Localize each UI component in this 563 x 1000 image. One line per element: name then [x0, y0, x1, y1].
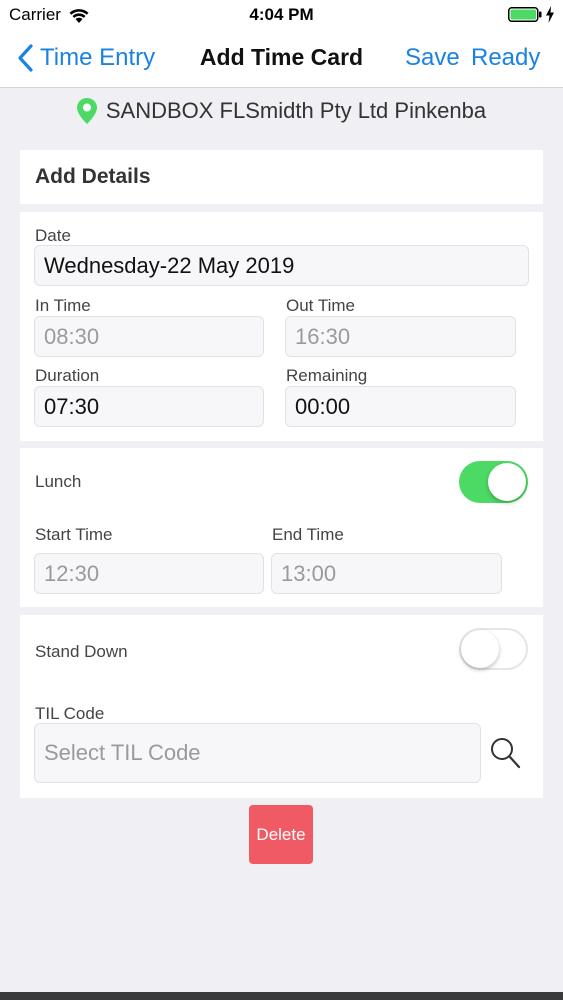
stand-down-card: Stand Down TIL Code Select TIL Code — [20, 615, 543, 798]
stand-down-label: Stand Down — [35, 642, 128, 661]
lunch-end-field[interactable]: 13:00 — [271, 553, 502, 594]
in-time-field[interactable]: 08:30 — [34, 316, 264, 357]
remaining-field[interactable]: 00:00 — [285, 386, 516, 427]
back-button[interactable]: Time Entry — [16, 42, 155, 74]
in-time-label: In Time — [35, 296, 91, 315]
start-time-label: Start Time — [35, 525, 113, 544]
time-details-card: Date Wednesday-22 May 2019 In Time 08:30… — [20, 212, 543, 441]
battery-icon — [508, 7, 542, 22]
bottom-bar — [0, 992, 563, 1000]
toggle-knob — [488, 463, 526, 501]
back-button-label: Time Entry — [40, 44, 156, 71]
lunch-start-field[interactable]: 12:30 — [34, 553, 264, 594]
chevron-left-icon — [18, 44, 33, 72]
lunch-toggle[interactable] — [459, 461, 528, 503]
status-bar: Carrier 4:04 PM — [0, 0, 563, 30]
out-time-label: Out Time — [286, 296, 355, 315]
lunch-label: Lunch — [35, 472, 82, 491]
ready-button[interactable]: Ready — [471, 44, 540, 72]
remaining-label: Remaining — [286, 366, 368, 385]
duration-label: Duration — [35, 366, 100, 385]
til-code-field[interactable]: Select TIL Code — [34, 723, 481, 783]
lunch-card: Lunch Start Time 12:30 End Time 13:00 — [20, 448, 543, 607]
location-name: SANDBOX FLSmidth Pty Ltd Pinkenba — [105, 98, 487, 123]
location-row: SANDBOX FLSmidth Pty Ltd Pinkenba — [0, 98, 563, 130]
clock-label: 4:04 PM — [249, 5, 314, 24]
section-title: Add Details — [35, 165, 151, 188]
navigation-bar: Time Entry Add Time Card Save Ready — [0, 30, 563, 88]
til-code-label: TIL Code — [35, 704, 105, 723]
out-time-field[interactable]: 16:30 — [285, 316, 516, 357]
save-button[interactable]: Save — [405, 44, 460, 72]
page-title: Add Time Card — [199, 44, 364, 70]
delete-button[interactable]: Delete — [249, 805, 313, 864]
details-header-card: Add Details — [20, 150, 543, 204]
duration-field[interactable]: 07:30 — [34, 386, 264, 427]
stand-down-toggle[interactable] — [459, 628, 528, 670]
toggle-knob — [461, 630, 499, 668]
end-time-label: End Time — [272, 525, 344, 544]
search-icon[interactable] — [489, 736, 521, 770]
date-label: Date — [35, 226, 71, 245]
charging-bolt-icon — [546, 6, 554, 23]
map-pin-icon — [76, 98, 97, 124]
date-field[interactable]: Wednesday-22 May 2019 — [34, 245, 529, 286]
